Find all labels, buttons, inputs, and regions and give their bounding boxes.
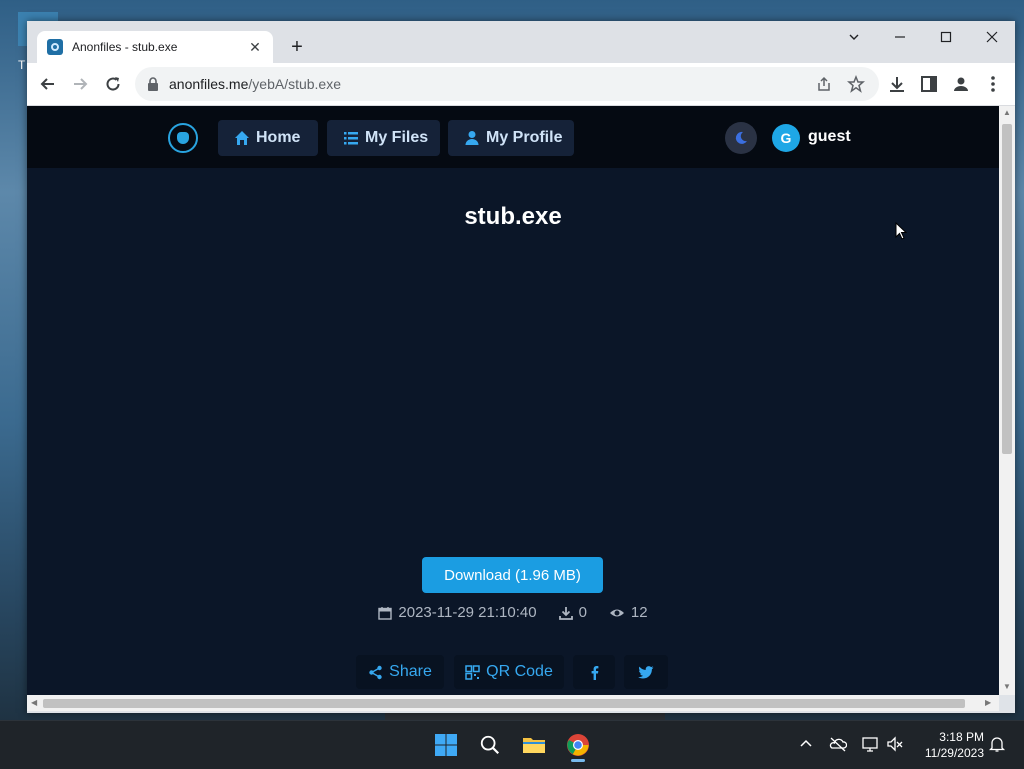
upload-date: 2023-11-29 21:10:40 xyxy=(398,604,537,621)
close-window-icon[interactable] xyxy=(969,23,1015,51)
onedrive-icon[interactable] xyxy=(829,735,847,753)
download-count-icon xyxy=(558,606,573,620)
horizontal-scrollbar[interactable]: ◀ ▶ xyxy=(27,695,999,711)
notification-bell-icon[interactable] xyxy=(988,735,1006,753)
twitter-share-button[interactable] xyxy=(624,655,668,689)
dark-mode-toggle[interactable] xyxy=(725,122,757,154)
back-icon[interactable] xyxy=(34,70,62,98)
tab-search-icon[interactable] xyxy=(831,23,877,51)
scroll-left-arrow-icon[interactable]: ◀ xyxy=(31,698,37,707)
nav-my-profile-label: My Profile xyxy=(486,129,563,146)
folder-icon xyxy=(523,738,545,753)
address-bar[interactable]: anonfiles.me/yebA/stub.exe xyxy=(135,67,879,101)
eye-icon xyxy=(609,609,624,616)
username[interactable]: guest xyxy=(808,128,851,146)
clock-date: 11/29/2023 xyxy=(924,746,984,760)
web-page: Home My Files My Profile G guest stub.ex… xyxy=(27,106,999,695)
forward-icon[interactable] xyxy=(66,70,94,98)
url-path: /yebA/stub.exe xyxy=(248,76,342,92)
downloads-icon[interactable] xyxy=(887,74,907,94)
desktop-icon-label: T xyxy=(18,58,26,72)
taskbar: 3:18 PM 11/29/2023 xyxy=(0,720,1024,769)
taskbar-search-button[interactable] xyxy=(474,729,506,761)
windows-icon xyxy=(435,734,457,756)
qr-code-button[interactable]: QR Code xyxy=(454,655,564,689)
qr-code-icon xyxy=(465,664,480,680)
side-panel-icon[interactable] xyxy=(919,74,939,94)
nav-home-label: Home xyxy=(256,129,301,146)
scroll-right-arrow-icon[interactable]: ▶ xyxy=(985,698,991,707)
twitter-icon xyxy=(638,665,654,678)
file-stats: 2023-11-29 21:10:40 0 12 xyxy=(27,604,999,621)
search-icon xyxy=(480,735,500,755)
active-app-indicator xyxy=(571,759,585,762)
scroll-down-arrow-icon[interactable]: ▼ xyxy=(1003,682,1011,691)
scroll-up-arrow-icon[interactable]: ▲ xyxy=(1003,108,1011,117)
url-text[interactable]: anonfiles.me/yebA/stub.exe xyxy=(169,76,341,92)
vertical-scroll-thumb[interactable] xyxy=(1002,124,1012,454)
reload-icon[interactable] xyxy=(99,70,127,98)
file-name-heading: stub.exe xyxy=(464,203,562,230)
facebook-share-button[interactable] xyxy=(573,655,615,689)
site-logo-icon[interactable] xyxy=(168,123,198,153)
profile-icon[interactable] xyxy=(951,74,971,94)
clock-time: 3:18 PM xyxy=(939,730,984,744)
start-button[interactable] xyxy=(430,729,462,761)
browser-tab[interactable]: Anonfiles - stub.exe ✕ xyxy=(37,31,273,63)
download-count: 0 xyxy=(578,604,587,621)
share-label: Share xyxy=(389,663,432,680)
download-button[interactable]: Download (1.96 MB) xyxy=(422,557,603,593)
nav-home-button[interactable]: Home xyxy=(218,120,318,156)
menu-icon[interactable] xyxy=(983,74,1003,94)
tab-close-icon[interactable]: ✕ xyxy=(245,37,265,57)
favicon-icon xyxy=(47,39,63,55)
share-icon xyxy=(369,665,382,679)
share-button[interactable]: Share xyxy=(356,655,444,689)
url-host: anonfiles.me xyxy=(169,76,249,92)
browser-window: Anonfiles - stub.exe ✕ + anonfiles.me/ye… xyxy=(27,21,1015,713)
vertical-scrollbar[interactable]: ▲ ▼ xyxy=(999,106,1015,695)
view-count: 12 xyxy=(630,604,648,621)
calendar-icon xyxy=(378,606,393,620)
new-tab-icon[interactable]: + xyxy=(285,35,309,59)
file-explorer-button[interactable] xyxy=(518,729,550,761)
bookmark-star-icon[interactable] xyxy=(847,75,865,93)
moon-icon xyxy=(735,131,747,144)
show-hidden-icons-icon[interactable] xyxy=(797,735,815,753)
share-page-icon[interactable] xyxy=(815,75,833,93)
nav-my-files-button[interactable]: My Files xyxy=(327,120,440,156)
lock-icon[interactable] xyxy=(147,77,159,91)
home-icon xyxy=(235,131,249,145)
tab-title: Anonfiles - stub.exe xyxy=(72,40,178,54)
avatar[interactable]: G xyxy=(772,124,800,152)
facebook-icon xyxy=(591,665,598,680)
user-icon xyxy=(465,131,479,145)
nav-my-profile-button[interactable]: My Profile xyxy=(448,120,574,156)
browser-toolbar: anonfiles.me/yebA/stub.exe xyxy=(27,63,1015,106)
network-icon[interactable] xyxy=(861,735,879,753)
system-clock[interactable]: 3:18 PM 11/29/2023 xyxy=(914,729,984,761)
site-navbar: Home My Files My Profile G guest xyxy=(27,106,999,168)
tab-strip: Anonfiles - stub.exe ✕ + xyxy=(27,21,1015,63)
chrome-icon xyxy=(567,734,589,756)
horizontal-scroll-thumb[interactable] xyxy=(43,699,965,708)
volume-muted-icon[interactable] xyxy=(886,735,904,753)
qr-code-label: QR Code xyxy=(486,663,553,680)
list-icon xyxy=(344,132,358,145)
nav-my-files-label: My Files xyxy=(365,129,429,146)
minimize-icon[interactable] xyxy=(877,23,923,51)
chrome-taskbar-button[interactable] xyxy=(562,729,594,762)
mouse-cursor-icon xyxy=(895,222,907,240)
maximize-icon[interactable] xyxy=(923,23,969,51)
